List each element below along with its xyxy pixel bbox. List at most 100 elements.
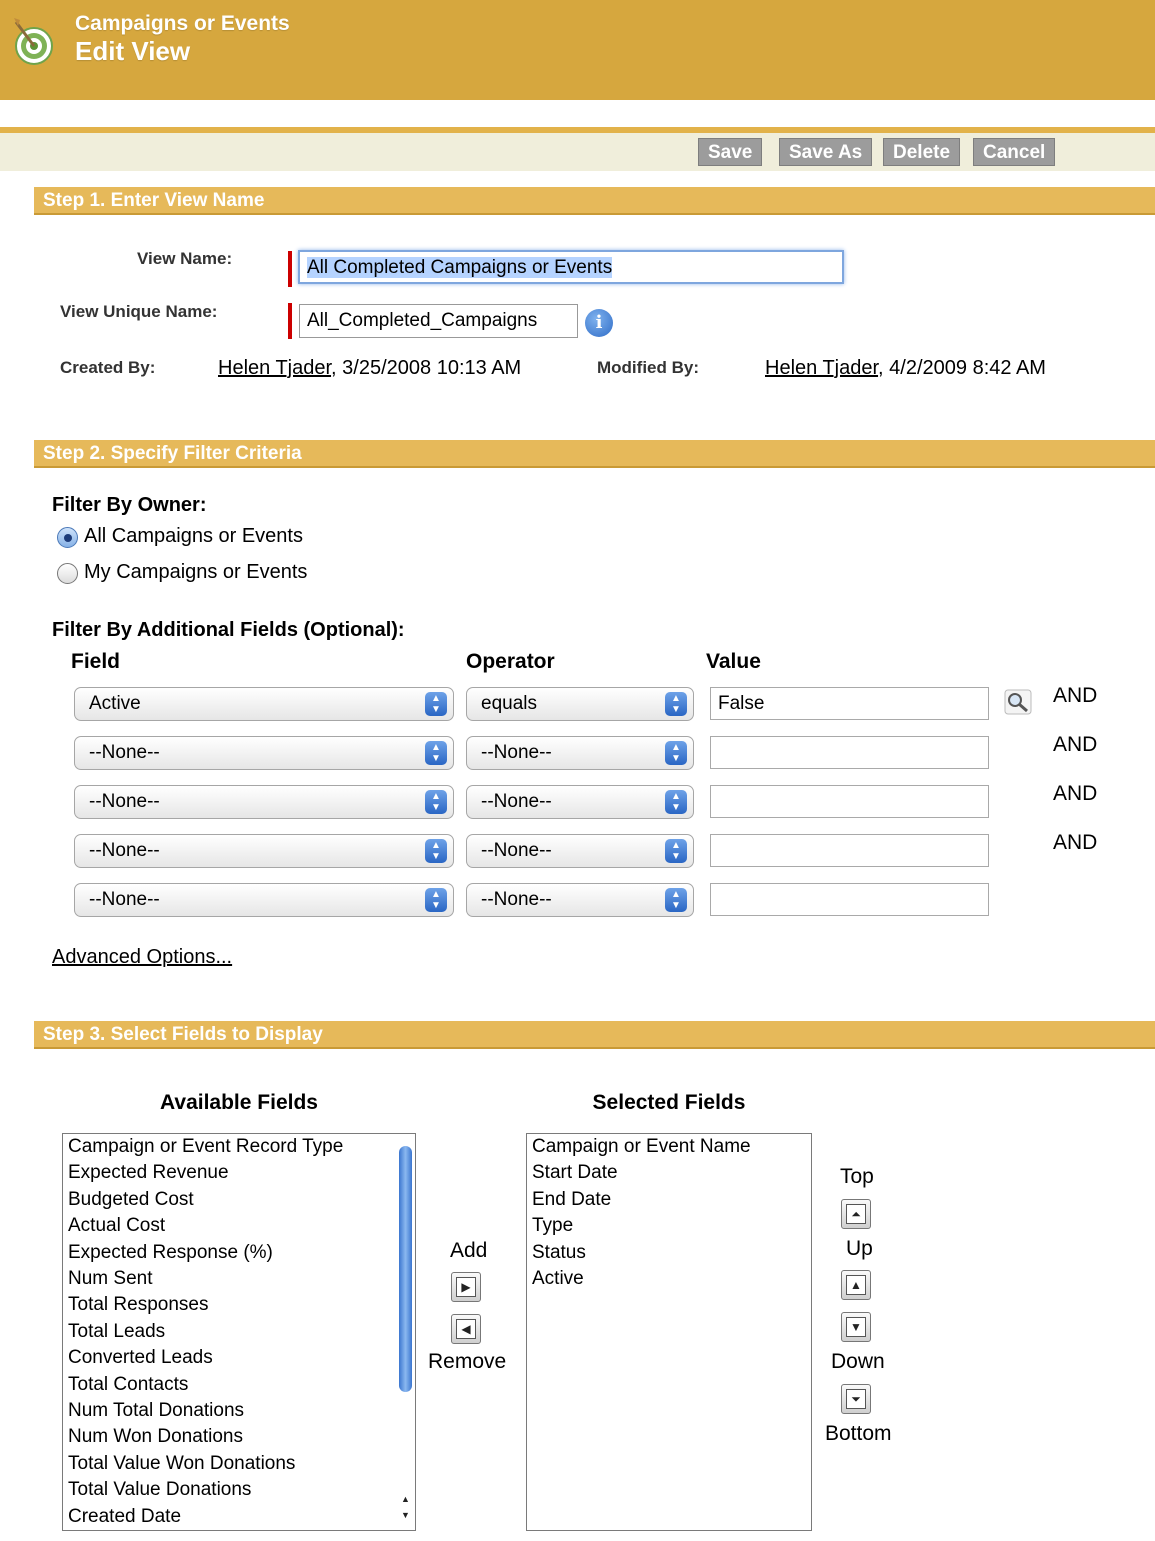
list-item[interactable]: Expected Revenue <box>63 1160 415 1186</box>
top-label: Top <box>840 1165 874 1188</box>
delete-button[interactable]: Delete <box>883 138 961 166</box>
filter-field-select[interactable]: Active ▲ ▼ <box>74 687 454 721</box>
down-label: Down <box>831 1350 885 1373</box>
modified-by-label: Modified By: <box>597 358 699 377</box>
list-item[interactable]: Total Leads <box>63 1319 415 1345</box>
filter-value-input[interactable] <box>710 834 989 867</box>
step2-header: Step 2. Specify Filter Criteria <box>34 440 1155 468</box>
list-item[interactable]: Campaign or Event Record Type <box>63 1134 415 1160</box>
move-bottom-button[interactable]: ⏷ <box>841 1384 871 1414</box>
remove-label: Remove <box>428 1350 507 1373</box>
modified-by-date: , 4/2/2009 8:42 AM <box>878 357 1046 379</box>
list-item[interactable]: Total Responses <box>63 1292 415 1318</box>
list-item[interactable]: Created Date <box>63 1504 415 1530</box>
filter-field-select[interactable]: --None-- ▲ ▼ <box>74 883 454 917</box>
list-item[interactable]: End Date <box>527 1187 811 1213</box>
unique-name-input[interactable]: All_Completed_Campaigns <box>299 304 578 338</box>
filter-field-value: --None-- <box>89 791 160 812</box>
field-column-header: Field <box>71 650 121 673</box>
select-arrows-icon: ▲ ▼ <box>665 741 687 765</box>
up-label: Up <box>846 1237 873 1260</box>
page-title: Edit View <box>75 36 191 66</box>
filter-operator-value: --None-- <box>481 840 552 861</box>
radio-all-campaigns[interactable] <box>57 527 78 548</box>
add-button[interactable]: ▶ <box>451 1272 481 1302</box>
list-item[interactable]: Num Sent <box>63 1266 415 1292</box>
add-label: Add <box>450 1239 488 1262</box>
arrow-top-icon: ⏶ <box>846 1204 866 1224</box>
cancel-button[interactable]: Cancel <box>973 138 1056 166</box>
filter-operator-value: equals <box>481 693 537 714</box>
select-arrows-icon: ▲ ▼ <box>665 839 687 863</box>
list-item[interactable]: Status <box>527 1240 811 1266</box>
available-fields-listbox[interactable]: Campaign or Event Record Type Expected R… <box>62 1133 416 1531</box>
filter-value-input[interactable] <box>710 883 989 916</box>
filter-value-input[interactable]: False <box>710 687 989 720</box>
required-indicator <box>288 303 292 339</box>
select-arrows-icon: ▲ ▼ <box>425 888 447 912</box>
filter-operator-select[interactable]: --None-- ▲ ▼ <box>466 736 694 770</box>
filter-owner-label: Filter By Owner: <box>52 494 207 516</box>
selected-fields-listbox[interactable]: Campaign or Event Name Start Date End Da… <box>526 1133 812 1531</box>
select-arrows-icon: ▲ ▼ <box>665 692 687 716</box>
remove-button[interactable]: ◀ <box>451 1314 481 1344</box>
filter-operator-select[interactable]: --None-- ▲ ▼ <box>466 785 694 819</box>
list-item[interactable]: Total Contacts <box>63 1372 415 1398</box>
created-by-user-link[interactable]: Helen Tjader <box>218 357 331 379</box>
list-item[interactable]: Type <box>527 1213 811 1239</box>
created-by-value: Helen Tjader, 3/25/2008 10:13 AM <box>218 357 521 380</box>
list-item[interactable]: Expected Response (%) <box>63 1240 415 1266</box>
save-as-button[interactable]: Save As <box>779 138 873 166</box>
listbox-scrollbar[interactable]: ▲ ▼ <box>397 1136 413 1528</box>
modified-by-value: Helen Tjader, 4/2/2009 8:42 AM <box>765 357 1046 380</box>
filter-operator-select[interactable]: --None-- ▲ ▼ <box>466 834 694 868</box>
scroll-down-icon[interactable]: ▼ <box>399 1510 412 1520</box>
filter-field-value: --None-- <box>89 840 160 861</box>
view-name-label: View Name: <box>137 249 233 268</box>
select-arrows-icon: ▲ ▼ <box>665 790 687 814</box>
list-item[interactable]: Actual Cost <box>63 1213 415 1239</box>
filter-value-input[interactable] <box>710 785 989 818</box>
list-item[interactable]: Active <box>527 1266 811 1292</box>
list-item[interactable]: Total Value Won Donations <box>63 1451 415 1477</box>
bottom-label: Bottom <box>825 1422 892 1445</box>
list-item[interactable]: Budgeted Cost <box>63 1187 415 1213</box>
filter-operator-select[interactable]: equals ▲ ▼ <box>466 687 694 721</box>
view-name-value: All Completed Campaigns or Events <box>307 257 613 278</box>
scroll-up-icon[interactable]: ▲ <box>399 1494 412 1504</box>
filter-operator-value: --None-- <box>481 791 552 812</box>
advanced-options-link[interactable]: Advanced Options... <box>52 946 232 969</box>
filter-field-select[interactable]: --None-- ▲ ▼ <box>74 834 454 868</box>
list-item[interactable]: Campaign or Event Name <box>527 1134 811 1160</box>
radio-all-campaigns-label: All Campaigns or Events <box>84 525 303 547</box>
view-name-input[interactable]: All Completed Campaigns or Events <box>298 250 844 284</box>
scrollbar-thumb[interactable] <box>399 1146 412 1392</box>
filter-value-input[interactable] <box>710 736 989 769</box>
select-arrows-icon: ▲ ▼ <box>425 741 447 765</box>
move-up-button[interactable]: ▲ <box>841 1270 871 1300</box>
info-icon[interactable]: i <box>585 309 613 337</box>
unique-name-value: All_Completed_Campaigns <box>307 310 538 331</box>
list-item[interactable]: Start Date <box>527 1160 811 1186</box>
radio-my-campaigns[interactable] <box>57 563 78 584</box>
list-item[interactable]: Total Value Donations <box>63 1477 415 1503</box>
lookup-icon[interactable] <box>1004 689 1032 715</box>
save-button[interactable]: Save <box>698 138 763 166</box>
filter-field-value: Active <box>89 693 141 714</box>
header-spacer <box>0 100 1155 127</box>
step1-title: Step 1. Enter View Name <box>43 190 265 211</box>
filter-operator-select[interactable]: --None-- ▲ ▼ <box>466 883 694 917</box>
operator-column-header: Operator <box>466 650 555 673</box>
move-top-button[interactable]: ⏶ <box>841 1199 871 1229</box>
created-by-date: , 3/25/2008 10:13 AM <box>331 357 522 379</box>
move-down-button[interactable]: ▼ <box>841 1312 871 1342</box>
modified-by-user-link[interactable]: Helen Tjader <box>765 357 878 379</box>
filter-field-select[interactable]: --None-- ▲ ▼ <box>74 785 454 819</box>
arrow-bottom-icon: ⏷ <box>846 1389 866 1409</box>
list-item[interactable]: Num Won Donations <box>63 1424 415 1450</box>
list-item[interactable]: Converted Leads <box>63 1345 415 1371</box>
select-arrows-icon: ▲ ▼ <box>425 839 447 863</box>
filter-field-select[interactable]: --None-- ▲ ▼ <box>74 736 454 770</box>
list-item[interactable]: Num Total Donations <box>63 1398 415 1424</box>
filter-field-value: --None-- <box>89 742 160 763</box>
